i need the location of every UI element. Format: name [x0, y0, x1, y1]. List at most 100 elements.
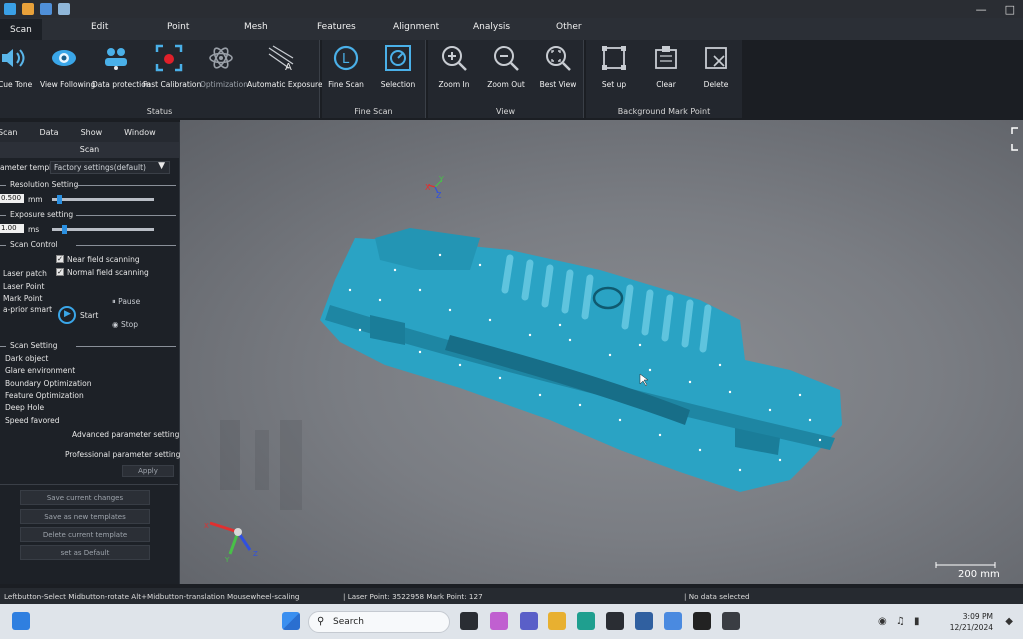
- mode-laser-point[interactable]: Laser Point: [3, 282, 44, 291]
- zoom-out-button[interactable]: Zoom Out: [486, 44, 526, 89]
- normal-field-checkbox[interactable]: ✓: [56, 268, 64, 276]
- exposure-section: Exposure setting: [0, 210, 176, 220]
- title-bar: — □: [0, 0, 1023, 18]
- orientation-gizmo-bottom: [209, 521, 252, 555]
- volume-icon[interactable]: ♫: [896, 616, 905, 627]
- optimization-button[interactable]: Optimization: [200, 44, 248, 89]
- exposure-icon: A: [267, 44, 295, 72]
- battery-icon[interactable]: ▮: [914, 616, 920, 627]
- tab-analysis[interactable]: Analysis: [473, 22, 510, 32]
- best-view-button[interactable]: Best View: [538, 44, 578, 89]
- set-as-default-button[interactable]: set as Default: [20, 545, 150, 560]
- tab-point[interactable]: Point: [167, 22, 189, 32]
- save-as-new-templates-button[interactable]: Save as new templates: [20, 509, 150, 524]
- mode-a-prior-smart[interactable]: a-prior smart: [3, 305, 52, 314]
- scanner-app-window: — □ Scan Edit Point Mesh Features Alignm…: [0, 0, 1023, 639]
- panel-tabs: Scan Data Show Window: [0, 122, 179, 142]
- scale-bar-label: 200 mm: [958, 569, 1000, 580]
- widgets-icon[interactable]: [12, 612, 30, 630]
- tab-other[interactable]: Other: [556, 22, 582, 32]
- zoom-in-icon: [440, 44, 468, 72]
- near-field-checkbox[interactable]: ✓: [56, 255, 64, 263]
- minimize-icon[interactable]: —: [976, 3, 987, 16]
- fine-scan-button[interactable]: L Fine Scan: [328, 44, 364, 89]
- resolution-slider[interactable]: [52, 198, 154, 201]
- terminal-icon[interactable]: [693, 612, 711, 630]
- exposure-unit: ms: [28, 225, 40, 234]
- view-following-button[interactable]: View Following: [40, 44, 95, 89]
- setting-dark-object[interactable]: Dark object: [5, 354, 48, 363]
- clear-label: Clear: [656, 80, 676, 89]
- setting-glare-environment[interactable]: Glare environment: [5, 366, 75, 375]
- start-icon[interactable]: [282, 612, 300, 630]
- selection-button[interactable]: Selection: [380, 44, 416, 89]
- setting-feature-optimization[interactable]: Feature Optimization: [5, 391, 84, 400]
- resolution-slider-knob[interactable]: [57, 195, 63, 204]
- users-icon: [102, 44, 130, 72]
- panel-tab-show[interactable]: Show: [81, 128, 103, 137]
- notification-bell-icon[interactable]: ◆: [1005, 616, 1013, 627]
- search-placeholder: Search: [333, 617, 364, 627]
- advanced-parameter-setting[interactable]: Advanced parameter setting˅: [72, 430, 183, 439]
- mode-mark-point[interactable]: Mark Point: [3, 294, 43, 303]
- pause-button[interactable]: ⏸ Pause: [112, 297, 140, 307]
- status-group-label: Status: [146, 107, 173, 116]
- apply-button[interactable]: Apply: [122, 465, 174, 477]
- maximize-icon[interactable]: □: [1005, 3, 1015, 16]
- tab-mesh[interactable]: Mesh: [244, 22, 268, 32]
- exposure-slider-knob[interactable]: [62, 225, 68, 234]
- resolution-input[interactable]: 0.500: [0, 194, 24, 203]
- axis-y-label-top: Y: [438, 175, 444, 184]
- parameter-template-select[interactable]: Factory settings(default) ▼: [50, 161, 170, 174]
- set-up-button[interactable]: Set up: [598, 44, 630, 89]
- mode-laser-patch[interactable]: Laser patch: [3, 269, 47, 278]
- save-current-changes-button[interactable]: Save current changes: [20, 490, 150, 505]
- bumper-scan-mesh[interactable]: [320, 228, 842, 492]
- fullscreen-icon[interactable]: [1011, 127, 1018, 151]
- data-protection-button[interactable]: Data protection: [92, 44, 151, 89]
- exposure-slider[interactable]: [52, 228, 154, 231]
- tab-scan[interactable]: Scan: [0, 19, 42, 40]
- network-tool-icon[interactable]: [664, 612, 682, 630]
- setting-speed-favored[interactable]: Speed favored: [5, 416, 59, 425]
- panel-tab-scan[interactable]: Scan: [0, 128, 17, 137]
- cue-tone-button[interactable]: Cue Tone: [0, 44, 32, 89]
- panel-tab-window[interactable]: Window: [124, 128, 156, 137]
- stop-button[interactable]: ◉ Stop: [112, 320, 138, 329]
- setting-boundary-optimization[interactable]: Boundary Optimization: [5, 379, 91, 388]
- zoom-in-button[interactable]: Zoom In: [436, 44, 472, 89]
- tab-features[interactable]: Features: [317, 22, 356, 32]
- status-bar: Leftbutton-Select Midbutton-rotate Alt+M…: [0, 588, 1023, 604]
- professional-parameter-setting[interactable]: Professional parameter setting˅: [65, 450, 184, 459]
- delete-current-template-button[interactable]: Delete current template: [20, 527, 150, 542]
- copilot-icon[interactable]: [490, 612, 508, 630]
- exposure-input[interactable]: 1.00: [0, 224, 24, 233]
- task-view-icon[interactable]: [460, 612, 478, 630]
- scanner-app-taskbar-icon[interactable]: [635, 612, 653, 630]
- automatic-exposure-button[interactable]: A Automatic Exposure: [247, 44, 323, 89]
- tab-edit[interactable]: Edit: [91, 22, 108, 32]
- delete-button[interactable]: Delete: [700, 44, 732, 89]
- edge-icon[interactable]: [577, 612, 595, 630]
- open-folder-icon[interactable]: [22, 3, 34, 15]
- save-icon[interactable]: [40, 3, 52, 15]
- taskbar-clock[interactable]: 3:09 PM 12/21/2024: [950, 611, 993, 633]
- scan-setting-section-label: Scan Setting: [10, 341, 58, 350]
- clear-button[interactable]: Clear: [650, 44, 682, 89]
- teams-icon[interactable]: [520, 612, 538, 630]
- 3d-viewport[interactable]: Y X Z X Y Z 200 mm: [180, 120, 1023, 584]
- zoom-out-label: Zoom Out: [487, 80, 525, 89]
- taskbar-search[interactable]: ⚲ Search: [308, 611, 450, 633]
- app-shortcut-icon[interactable]: [722, 612, 740, 630]
- panel-tab-data[interactable]: Data: [39, 128, 58, 137]
- file-explorer-icon[interactable]: [548, 612, 566, 630]
- cube-icon[interactable]: [58, 3, 70, 15]
- fast-calibration-button[interactable]: Fast Calibration: [143, 44, 201, 89]
- tab-alignment[interactable]: Alignment: [393, 22, 439, 32]
- wifi-icon[interactable]: ◉: [878, 616, 887, 627]
- scan-control-panel: Scan Data Show Window Scan ameter templa…: [0, 122, 184, 584]
- start-button[interactable]: ▶: [58, 306, 76, 324]
- setting-deep-hole[interactable]: Deep Hole: [5, 403, 44, 412]
- store-icon[interactable]: [606, 612, 624, 630]
- stop-label: Stop: [120, 320, 138, 329]
